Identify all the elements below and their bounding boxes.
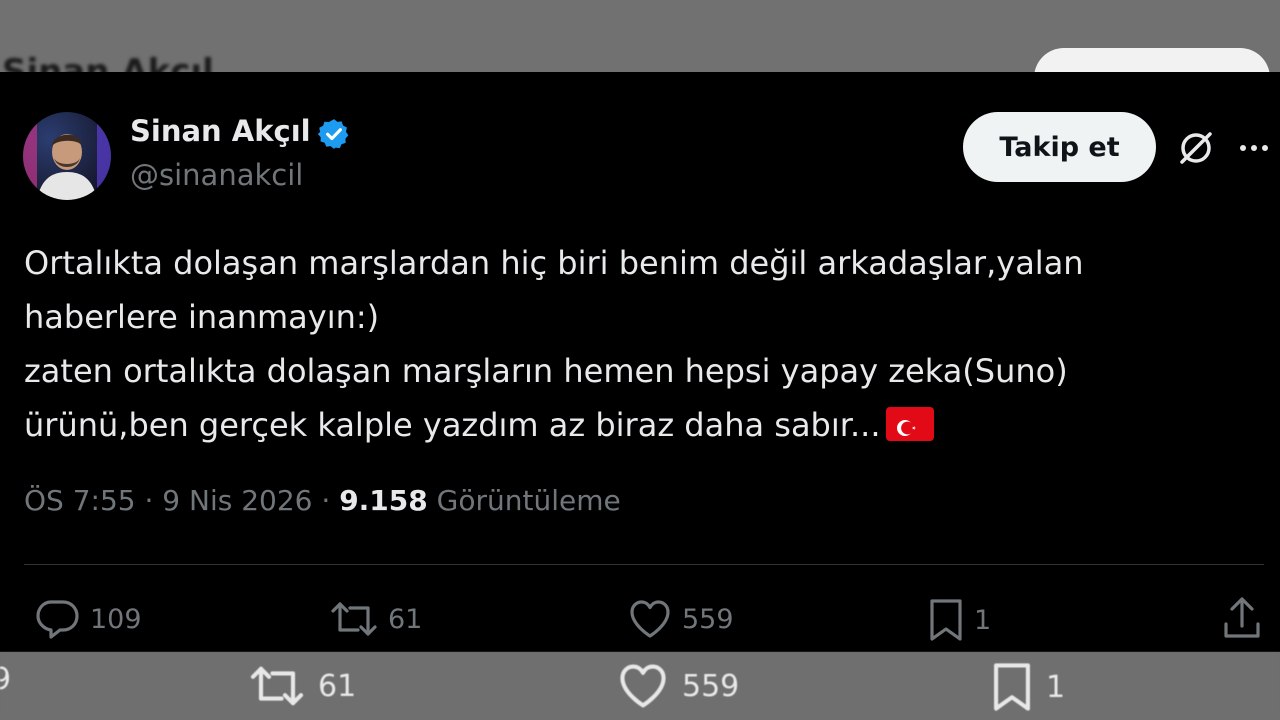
background-echo-top: Sinan Akçıl — [0, 0, 1280, 72]
bookmark-count: 1 — [974, 604, 992, 636]
tweet-text-line: zaten ortalıkta dolaşan marşların hemen … — [24, 352, 1068, 390]
reply-button[interactable]: 109 — [34, 598, 142, 640]
retweet-button[interactable]: 61 — [330, 598, 422, 640]
ghost-bookmark-icon — [994, 663, 1030, 711]
follow-button[interactable]: Takip et — [963, 112, 1156, 182]
tweet-time[interactable]: ÖS 7:55 — [24, 484, 136, 517]
reply-icon — [36, 600, 79, 639]
views-count: 9.158 — [339, 484, 428, 517]
tweet-text-line-content: ürünü,ben gerçek kalple yazdım az biraz … — [24, 406, 881, 444]
reply-count: 109 — [90, 603, 142, 635]
verified-badge-icon — [317, 119, 349, 149]
ghost-follow-button — [1034, 48, 1270, 72]
retweet-count: 61 — [388, 603, 423, 635]
share-button[interactable] — [1222, 596, 1262, 640]
ghost-retweet: 61 — [248, 662, 356, 710]
like-button[interactable]: 559 — [628, 598, 734, 640]
ghost-reply-count: 9 — [0, 662, 12, 697]
ghost-bookmark: 1 — [990, 662, 1065, 712]
tweet-date[interactable]: 9 Nis 2026 — [162, 484, 312, 517]
tweet-text: Ortalıkta dolaşan marşlardan hiç biri be… — [24, 236, 1254, 452]
ghost-like: 559 — [616, 662, 739, 710]
turkey-flag-icon — [886, 407, 935, 441]
views-label: Görüntüleme — [436, 484, 621, 517]
ghost-retweet-icon — [250, 666, 304, 706]
tweet-text-line: haberlere inanmayın:) — [24, 298, 380, 336]
avatar[interactable] — [23, 112, 111, 200]
more-options-icon[interactable] — [1238, 138, 1270, 158]
like-icon — [630, 600, 670, 638]
background-echo-bottom: 9 61 559 1 — [0, 652, 1280, 720]
avatar-portrait-icon — [23, 112, 111, 200]
bookmark-icon — [930, 599, 962, 641]
like-count: 559 — [682, 603, 734, 635]
grok-icon[interactable] — [1176, 128, 1216, 168]
meta-separator: · — [135, 484, 163, 517]
tweet-text-line: ürünü,ben gerçek kalple yazdım az biraz … — [24, 398, 1254, 452]
meta-separator: · — [312, 484, 340, 517]
retweet-icon — [331, 602, 377, 636]
ghost-author-name: Sinan Akçıl — [2, 52, 214, 72]
tweet-text-line: Ortalıkta dolaşan marşlardan hiç biri be… — [24, 244, 1084, 282]
tweet-meta: ÖS 7:55 · 9 Nis 2026 · 9.158 Görüntüleme — [24, 484, 621, 517]
tweet-card: Sinan Akçıl @sinanakcil Takip et Ortalık… — [0, 72, 1280, 652]
divider — [24, 564, 1264, 565]
author-name[interactable]: Sinan Akçıl — [130, 114, 311, 148]
author-handle[interactable]: @sinanakcil — [130, 158, 303, 192]
bookmark-button[interactable]: 1 — [928, 598, 991, 642]
share-icon — [1224, 597, 1260, 638]
action-bar: 109 61 559 1 — [0, 592, 1280, 648]
ghost-like-icon — [620, 664, 666, 708]
